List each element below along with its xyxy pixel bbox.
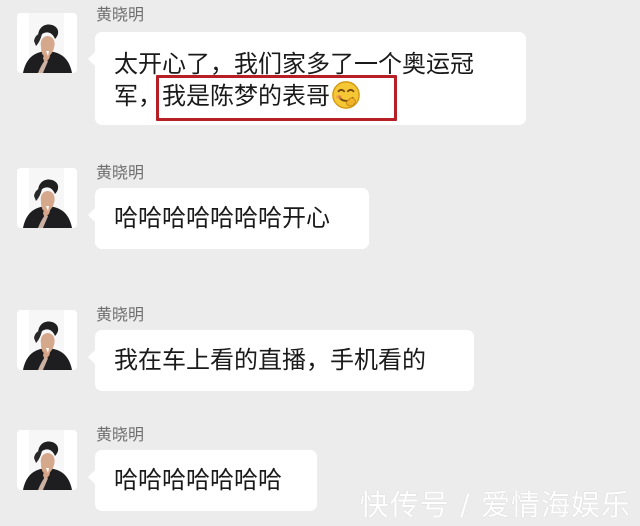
message-bubble[interactable]: 哈哈哈哈哈哈哈 [88,450,317,511]
chat-message: 黄晓明 哈哈哈哈哈哈哈开心 [0,160,640,260]
sender-avatar[interactable] [17,168,77,228]
avatar-photo-icon [17,310,77,370]
message-text: 哈哈哈哈哈哈哈开心 [114,204,330,232]
avatar-photo-icon [17,13,77,73]
red-highlight-frame [156,75,397,121]
message-bubble[interactable]: 我在车上看的直播，手机看的 [88,330,474,391]
watermark-text: 快传号 / 爱情海娱乐 [359,488,631,522]
sender-avatar[interactable] [17,430,77,490]
sender-name: 黄晓明 [96,5,145,24]
chat-message: 黄晓明 太开心了，我们家多了一个奥运冠 军，我是陈梦的表哥 [0,0,640,140]
message-text: 哈哈哈哈哈哈哈 [114,466,282,494]
avatar-photo-icon [17,168,77,228]
sender-name: 黄晓明 [96,163,145,182]
sender-avatar[interactable] [17,13,77,73]
avatar-photo-icon [17,430,77,490]
sender-name: 黄晓明 [96,305,145,324]
chat-message: 黄晓明 我在车上看的直播，手机看的 [0,302,640,402]
sender-name: 黄晓明 [96,425,145,444]
message-text-prefix: 军， [114,82,162,110]
message-bubble[interactable]: 哈哈哈哈哈哈哈开心 [88,188,369,249]
chat-window: 黄晓明 太开心了，我们家多了一个奥运冠 军，我是陈梦的表哥 黄晓明 哈哈哈哈哈哈… [0,0,640,526]
sender-avatar[interactable] [17,310,77,370]
message-text: 我在车上看的直播，手机看的 [114,346,426,374]
